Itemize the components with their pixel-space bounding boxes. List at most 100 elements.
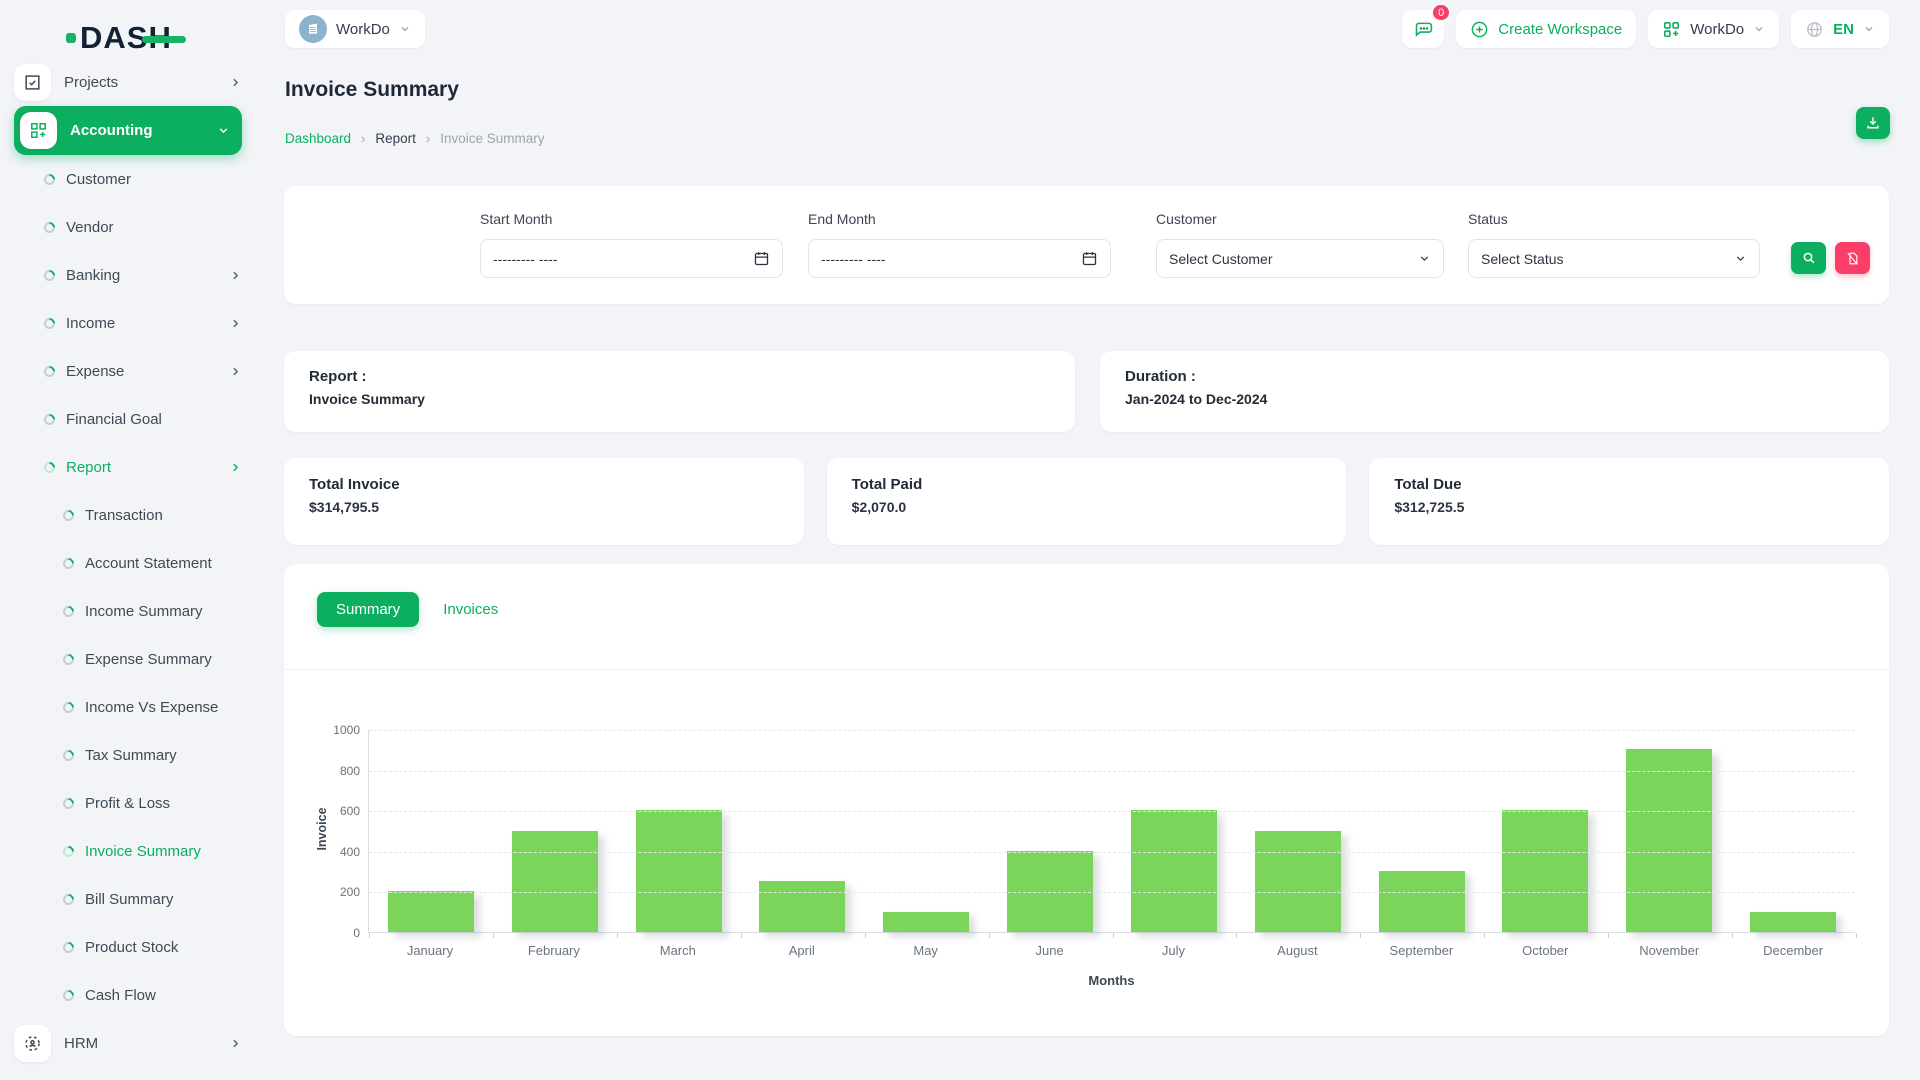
breadcrumb-separator: › (361, 131, 365, 146)
sidebar-item-hrm[interactable]: HRM (14, 1019, 242, 1067)
sidebar-item-projects[interactable]: Projects (14, 58, 242, 106)
language-selector[interactable]: EN (1791, 10, 1889, 48)
bar-slot (617, 730, 741, 932)
app-switcher-label: WorkDo (1690, 21, 1744, 38)
sidebar-item-financial-goal[interactable]: Financial Goal (14, 395, 242, 443)
workspace-switcher[interactable]: WorkDo (285, 10, 425, 48)
x-axis-title: Months (368, 973, 1855, 988)
chart-card: SummaryInvoices Invoice 0200400600800100… (284, 564, 1889, 1036)
end-month-input[interactable]: --------- ---- (808, 239, 1111, 278)
sidebar-item-label: HRM (64, 1035, 98, 1052)
sidebar-item-transaction[interactable]: Transaction (14, 491, 242, 539)
bullet-icon (61, 699, 77, 715)
sidebar-item-report[interactable]: Report (14, 443, 242, 491)
axis-tick (989, 933, 990, 938)
chevron-right-icon (229, 76, 242, 89)
sidebar-item-cash-flow[interactable]: Cash Flow (14, 971, 242, 1019)
bar-april[interactable] (759, 881, 845, 932)
hrm-icon-chip (14, 1025, 51, 1062)
x-tick-label-march: March (616, 943, 740, 958)
sidebar-item-product-stock[interactable]: Product Stock (14, 923, 242, 971)
x-tick-label-november: November (1607, 943, 1731, 958)
gridline (369, 811, 1855, 812)
sidebar-item-tax-summary[interactable]: Tax Summary (14, 731, 242, 779)
bar-november[interactable] (1626, 749, 1712, 932)
duration-card: Duration : Jan-2024 to Dec-2024 (1100, 351, 1889, 432)
customer-label: Customer (1156, 211, 1217, 227)
bullet-icon (42, 459, 58, 475)
sidebar-item-label: Transaction (85, 507, 163, 524)
bar-december[interactable] (1750, 912, 1836, 932)
total-card-value: $312,725.5 (1394, 499, 1464, 515)
chevron-right-icon (229, 76, 242, 89)
status-select[interactable]: Select Status (1468, 239, 1760, 278)
totals-row: Total Invoice$314,795.5Total Paid$2,070.… (284, 458, 1889, 545)
app-switcher[interactable]: WorkDo (1648, 10, 1779, 48)
axis-tick (1236, 933, 1237, 938)
total-card-label: Total Paid (852, 476, 923, 493)
sidebar-item-expense[interactable]: Expense (14, 347, 242, 395)
sidebar-item-label: Cash Flow (85, 987, 156, 1004)
sidebar-item-income-summary[interactable]: Income Summary (14, 587, 242, 635)
bullet-icon (61, 603, 77, 619)
sidebar-item-label: Bill Summary (85, 891, 173, 908)
bar-february[interactable] (512, 831, 598, 933)
bar-may[interactable] (883, 912, 969, 932)
bar-january[interactable] (388, 891, 474, 932)
total-card-total-invoice: Total Invoice$314,795.5 (284, 458, 804, 545)
tab-summary[interactable]: Summary (317, 592, 419, 627)
tab-invoices[interactable]: Invoices (443, 601, 498, 618)
sidebar-item-label: Vendor (66, 219, 114, 236)
sidebar-item-label: Banking (66, 267, 120, 284)
sidebar-item-account-statement[interactable]: Account Statement (14, 539, 242, 587)
x-tick-label-october: October (1483, 943, 1607, 958)
messages-button[interactable]: 0 (1402, 10, 1444, 48)
bullet-icon (61, 987, 77, 1003)
bullet-icon (42, 219, 58, 235)
sidebar-item-income[interactable]: Income (14, 299, 242, 347)
customer-select[interactable]: Select Customer (1156, 239, 1444, 278)
x-tick-label-july: July (1112, 943, 1236, 958)
create-workspace-button[interactable]: Create Workspace (1456, 10, 1636, 48)
bar-march[interactable] (636, 810, 722, 932)
sidebar-item-banking[interactable]: Banking (14, 251, 242, 299)
sidebar-item-invoice-summary[interactable]: Invoice Summary (14, 827, 242, 875)
chevron-right-icon (229, 365, 242, 378)
x-tick-label-january: January (368, 943, 492, 958)
sidebar-item-expense-summary[interactable]: Expense Summary (14, 635, 242, 683)
sidebar-item-accounting[interactable]: Accounting (14, 106, 242, 155)
sidebar-item-profit-loss[interactable]: Profit & Loss (14, 779, 242, 827)
breadcrumb-item-report[interactable]: Report (375, 131, 416, 146)
breadcrumb-item-dashboard[interactable]: Dashboard (285, 131, 351, 146)
language-code: EN (1833, 21, 1854, 38)
download-icon (1864, 114, 1882, 132)
download-report-button[interactable] (1856, 107, 1890, 139)
sidebar-item-label: Income Summary (85, 603, 203, 620)
bar-july[interactable] (1131, 810, 1217, 932)
y-tick-label: 0 (284, 926, 360, 940)
y-tick-label: 800 (284, 764, 360, 778)
sidebar-item-bill-summary[interactable]: Bill Summary (14, 875, 242, 923)
chevron-down-icon (1734, 252, 1747, 265)
sidebar-item-vendor[interactable]: Vendor (14, 203, 242, 251)
x-tick-label-april: April (740, 943, 864, 958)
sidebar-item-customer[interactable]: Customer (14, 155, 242, 203)
gridline (369, 730, 1855, 731)
bar-september[interactable] (1379, 871, 1465, 932)
bar-august[interactable] (1255, 831, 1341, 933)
bar-slot (1112, 730, 1236, 932)
x-tick-label-may: May (864, 943, 988, 958)
sidebar-item-label: Profit & Loss (85, 795, 170, 812)
bullet-icon (61, 795, 77, 811)
sidebar-item-income-vs-expense[interactable]: Income Vs Expense (14, 683, 242, 731)
bar-october[interactable] (1502, 810, 1588, 932)
start-month-input[interactable]: --------- ---- (480, 239, 783, 278)
plus-circle-icon (1470, 20, 1489, 39)
dash-logo[interactable]: DASH (66, 22, 172, 53)
bar-slot (988, 730, 1112, 932)
apply-filter-button[interactable] (1791, 242, 1826, 274)
axis-tick (369, 933, 370, 938)
reset-filter-button[interactable] (1835, 242, 1870, 274)
logo-accent-bar (142, 36, 186, 43)
axis-tick (493, 933, 494, 938)
